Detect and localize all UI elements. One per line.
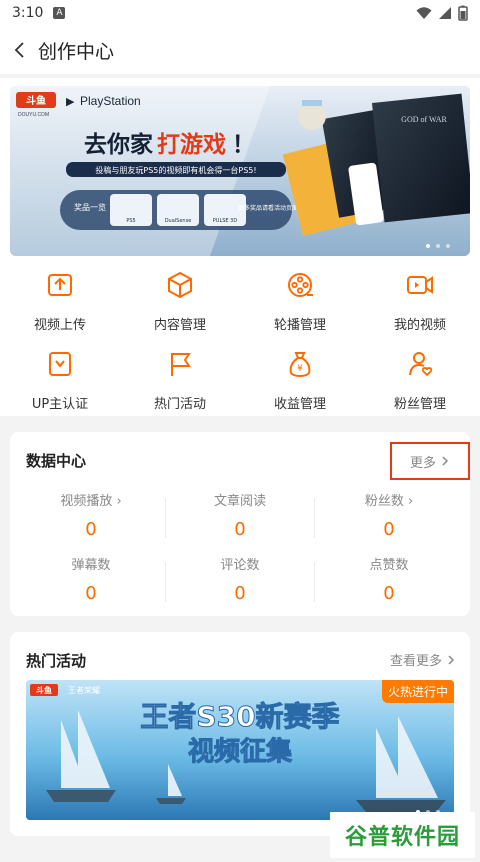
tool-label: 我的视频 (393, 318, 446, 333)
wifi-icon (416, 7, 432, 19)
activity-logo-1: 斗鱼 (36, 685, 52, 695)
brand-text: 斗鱼 (26, 94, 46, 107)
headline-pre: 去你家 (84, 131, 153, 158)
activity-title-line2: 视频征集 (188, 736, 293, 767)
tool-content-manage[interactable]: 内容管理 (120, 268, 240, 333)
game-cover-art: GOD of WAR (282, 93, 470, 237)
divider (165, 498, 166, 538)
promo-banner-art: 斗鱼 DOUYU.COM ▶ PlayStation 去你家 打游戏 ！ 投稿与… (10, 86, 470, 256)
view-more-label: 查看更多 (389, 654, 442, 669)
playstation-icon: ▶ (66, 96, 75, 108)
more-prizes-text: 更多奖品请看活动页面 (238, 204, 298, 212)
tool-my-videos[interactable]: 我的视频 (360, 268, 480, 333)
page-title: 创作中心 (38, 40, 115, 63)
chevron-right-icon (442, 456, 449, 466)
prize-1: PS5 (126, 218, 135, 224)
chevron-left-icon (14, 42, 24, 58)
hot-badge: 火热进行中 (381, 680, 454, 703)
fan-icon (403, 347, 437, 381)
activity-banner[interactable]: 斗鱼 王者荣耀 王者S30新赛季 视频征集 火热进行中 (26, 680, 454, 820)
stat-value: 0 (234, 583, 246, 604)
svg-text:GOD of WAR: GOD of WAR (401, 115, 447, 124)
brand-subtext: DOUYU.COM (18, 112, 49, 118)
tool-up-certification[interactable]: UP主认证 (0, 347, 120, 412)
tool-video-upload[interactable]: 视频上传 (0, 268, 120, 333)
partner-text: PlayStation (80, 94, 141, 108)
divider (314, 498, 315, 538)
tool-label: 粉丝管理 (393, 397, 446, 412)
back-button[interactable] (2, 26, 36, 74)
stat-value: 0 (383, 519, 395, 540)
certificate-icon (43, 347, 77, 381)
stat-value: 0 (234, 519, 246, 540)
stat-label: 粉丝数 (364, 494, 404, 509)
view-more-link[interactable]: 查看更多 (390, 650, 456, 669)
stat-comments: 评论数 0 (165, 554, 315, 604)
tool-fan-manage[interactable]: 粉丝管理 (360, 347, 480, 412)
stat-value: 0 (383, 583, 395, 604)
tool-revenue-manage[interactable]: ¥ 收益管理 (240, 347, 360, 412)
status-time: 3:10 (12, 5, 44, 21)
data-center-title: 数据中心 (26, 452, 87, 470)
promo-banner[interactable]: 斗鱼 DOUYU.COM ▶ PlayStation 去你家 打游戏 ！ 投稿与… (10, 86, 470, 256)
stat-fans[interactable]: 粉丝数 › 0 (314, 490, 464, 540)
upload-icon (43, 268, 77, 302)
stat-video-plays[interactable]: 视频播放 › 0 (16, 490, 166, 540)
data-center-more-button[interactable]: 更多 (390, 442, 470, 480)
stat-label: 弹幕数 (71, 558, 111, 573)
headline-post: ！ (232, 132, 255, 158)
prize-label: 奖品一览 (74, 202, 106, 212)
tool-label: 视频上传 (33, 318, 86, 333)
prize-2: DualSense (165, 218, 192, 224)
reel-icon (283, 268, 317, 302)
stat-label: 文章阅读 (213, 494, 266, 509)
stat-value: 0 (85, 519, 97, 540)
flag-icon (163, 347, 197, 381)
stat-value: 0 (85, 583, 97, 604)
data-center-card: 数据中心 更多 视频播放 › 0 文章阅读 0 粉丝数 › 0 弹幕数 0 评论… (10, 432, 470, 616)
activity-title-line1: 王者S30新赛季 (140, 700, 339, 733)
more-label: 更多 (409, 455, 436, 471)
stat-label: 点赞数 (369, 558, 409, 573)
tool-carousel-manage[interactable]: 轮播管理 (240, 268, 360, 333)
tool-label: 轮播管理 (273, 318, 326, 333)
headline-highlight: 打游戏 (157, 131, 226, 158)
svg-text:¥: ¥ (297, 364, 303, 374)
prize-3: PULSE 3D (213, 218, 238, 224)
hot-activity-title: 热门活动 (26, 652, 87, 670)
video-icon (403, 268, 437, 302)
banner-subline: 投稿与朋友玩PS5的视频即有机会得一台PS5! (95, 165, 256, 175)
stat-label: 视频播放 (60, 494, 113, 509)
tool-grid: 视频上传 内容管理 轮播管理 我的视频 UP主认证 热门活动 ¥ 收益管理 粉丝… (0, 268, 480, 412)
stat-likes: 点赞数 0 (314, 554, 464, 604)
stat-article-reads: 文章阅读 0 (165, 490, 315, 540)
main-card: 斗鱼 DOUYU.COM ▶ PlayStation 去你家 打游戏 ！ 投稿与… (0, 78, 480, 416)
signal-icon (439, 7, 451, 19)
status-bar: 3:10 A (0, 0, 480, 26)
hot-activity-card: 热门活动 查看更多 斗鱼 王者荣耀 王者S30新赛季 视频征集 火热进行中 (10, 632, 470, 836)
chevron-right-icon: › (407, 494, 414, 509)
watermark-text: 谷普软件园 (344, 825, 460, 850)
top-bar: 创作中心 (0, 26, 480, 74)
tool-hot-activity[interactable]: 热门活动 (120, 347, 240, 412)
tool-label: 内容管理 (153, 318, 206, 333)
tool-label: UP主认证 (31, 397, 89, 412)
notification-badge: A (53, 7, 66, 19)
box-icon (163, 268, 197, 302)
tool-label: 热门活动 (153, 397, 206, 412)
status-icons (416, 5, 468, 21)
divider (314, 562, 315, 602)
divider (165, 562, 166, 602)
chevron-right-icon: › (116, 494, 122, 509)
watermark-logo: 谷普软件园 (330, 812, 475, 858)
stat-danmaku: 弹幕数 0 (16, 554, 166, 604)
battery-icon (458, 5, 468, 21)
money-bag-icon: ¥ (283, 347, 317, 381)
tool-label: 收益管理 (273, 397, 326, 412)
stat-label: 评论数 (220, 558, 260, 573)
activity-logo-2: 王者荣耀 (68, 685, 100, 695)
chevron-right-icon (448, 654, 455, 665)
